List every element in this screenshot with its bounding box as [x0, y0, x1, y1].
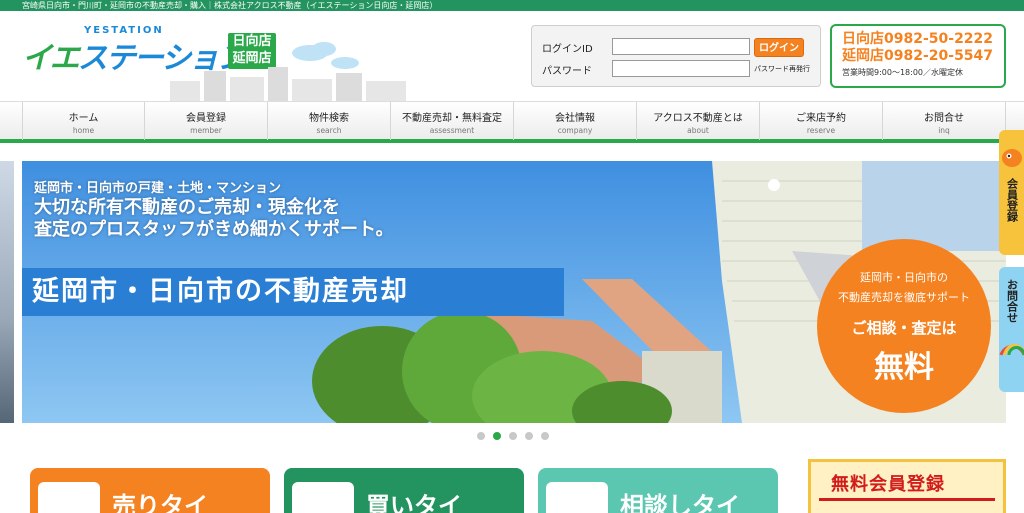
slider-dot-2[interactable] — [493, 432, 501, 440]
feature-consult-label: 相談しタイ — [620, 492, 740, 513]
login-button[interactable]: ログイン — [754, 38, 804, 57]
buy-mascot-icon — [292, 482, 354, 513]
nav-assessment[interactable]: 不動産売却・無料査定 assessment — [391, 102, 514, 140]
previous-slide-peek[interactable] — [0, 161, 14, 423]
slider-dot-3[interactable] — [509, 432, 517, 440]
logo-ie: イエ — [22, 41, 80, 76]
nav-inquiry[interactable]: お問合せ inq — [883, 102, 1006, 140]
global-nav: ホーム home 会員登録 member 物件検索 search 不動産売却・無… — [0, 101, 1024, 143]
nav-member-sub: member — [190, 126, 222, 135]
sell-mascot-icon — [38, 482, 100, 513]
feature-buy[interactable]: 買いタイ — [284, 468, 524, 513]
badge-line-1: 延岡市・日向市の — [860, 271, 948, 284]
nav-company-sub: company — [557, 126, 593, 135]
nav-assessment-label: 不動産売却・無料査定 — [402, 113, 502, 124]
nav-reserve-label: ご来店予約 — [796, 113, 846, 124]
nav-about-label: アクロス不動産とは — [653, 113, 743, 124]
nobeoka-phone[interactable]: 延岡店0982-20-5547 — [842, 48, 1004, 65]
free-registration-underline — [819, 498, 995, 501]
nav-home-label: ホーム — [68, 113, 99, 124]
nav-inquiry-sub: inq — [938, 126, 950, 135]
nav-reserve[interactable]: ご来店予約 reserve — [760, 102, 883, 140]
nav-company[interactable]: 会社情報 company — [514, 102, 637, 140]
nav-company-label: 会社情報 — [555, 113, 595, 124]
top-info-bar: 宮崎県日向市・門川町・延岡市の不動産売却・購入｜株式会社アクロス不動産（イエステ… — [0, 0, 1024, 11]
login-panel: ログインID パスワード ログイン パスワード再発行 — [531, 25, 821, 87]
badge-line-3: ご相談・査定は — [851, 319, 957, 337]
hyuga-phone[interactable]: 日向店0982-50-2222 — [842, 31, 1004, 48]
nav-home[interactable]: ホーム home — [22, 102, 145, 140]
slider-dots — [477, 432, 557, 442]
hero-banner: 延岡市・日向市の不動産売却 — [22, 268, 564, 316]
password-label: パスワード — [542, 66, 592, 77]
nav-search-label: 物件検索 — [309, 113, 349, 124]
login-id-label: ログインID — [542, 44, 593, 55]
side-tab-member-label: 会員登録 — [1005, 178, 1019, 222]
slider-dot-1[interactable] — [477, 432, 485, 440]
side-tab-inquiry[interactable]: お問合せ — [999, 267, 1024, 392]
feature-sell[interactable]: 売りタイ — [30, 468, 270, 513]
nav-member[interactable]: 会員登録 member — [145, 102, 268, 140]
nav-member-label: 会員登録 — [186, 113, 226, 124]
nav-search-sub: search — [316, 126, 342, 135]
nav-inquiry-label: お問合せ — [924, 113, 964, 124]
nav-reserve-sub: reserve — [806, 126, 836, 135]
slider-dot-5[interactable] — [541, 432, 549, 440]
free-registration-banner[interactable]: 無料会員登録 — [808, 459, 1006, 513]
contact-phone-box: 日向店0982-50-2222 延岡店0982-20-5547 営業時間9:00… — [830, 24, 1006, 88]
business-hours: 営業時間9:00～18:00／水曜定休 — [842, 68, 964, 77]
hero-line-2: 大切な所有不動産のご売却・現金化を — [34, 197, 340, 218]
password-reissue-link[interactable]: パスワード再発行 — [754, 64, 810, 74]
password-input[interactable] — [612, 60, 750, 77]
nav-about[interactable]: アクロス不動産とは about — [637, 102, 760, 140]
site-header: YESTATION イエステーション 日向店 延岡店 ログインID パスワード … — [0, 11, 1024, 101]
nav-assessment-sub: assessment — [429, 126, 475, 135]
slider-dot-4[interactable] — [525, 432, 533, 440]
feature-sell-label: 売りタイ — [112, 492, 208, 513]
town-skyline-illustration — [170, 42, 406, 101]
hero-line-1: 延岡市・日向市の戸建・土地・マンション — [34, 181, 282, 196]
feature-consult[interactable]: 相談しタイ — [538, 468, 778, 513]
login-id-input[interactable] — [612, 38, 750, 55]
nav-about-sub: about — [687, 126, 709, 135]
hero-free-assessment-badge: 延岡市・日向市の 不動産売却を徹底サポート ご相談・査定は 無料 — [817, 239, 991, 413]
badge-line-4: 無料 — [874, 350, 934, 385]
side-tab-member[interactable]: 会員登録 — [999, 130, 1024, 255]
free-registration-label: 無料会員登録 — [831, 474, 945, 495]
consult-mascot-icon — [546, 482, 608, 513]
mascot-fish-icon — [1002, 149, 1022, 167]
nav-home-sub: home — [72, 126, 95, 135]
nav-search[interactable]: 物件検索 search — [268, 102, 391, 140]
hero-line-2-3: 大切な所有不動産のご売却・現金化を 査定のプロスタッフがきめ細かくサポート。 — [34, 197, 394, 241]
side-tab-inquiry-label: お問合せ — [1005, 279, 1019, 323]
rainbow-icon — [999, 344, 1024, 356]
badge-line-2: 不動産売却を徹底サポート — [838, 291, 970, 304]
hero-slide[interactable]: 延岡市・日向市の戸建・土地・マンション 大切な所有不動産のご売却・現金化を 査定… — [22, 161, 1006, 423]
feature-buy-label: 買いタイ — [366, 492, 462, 513]
hero-line-3: 査定のプロスタッフがきめ細かくサポート。 — [34, 219, 394, 240]
